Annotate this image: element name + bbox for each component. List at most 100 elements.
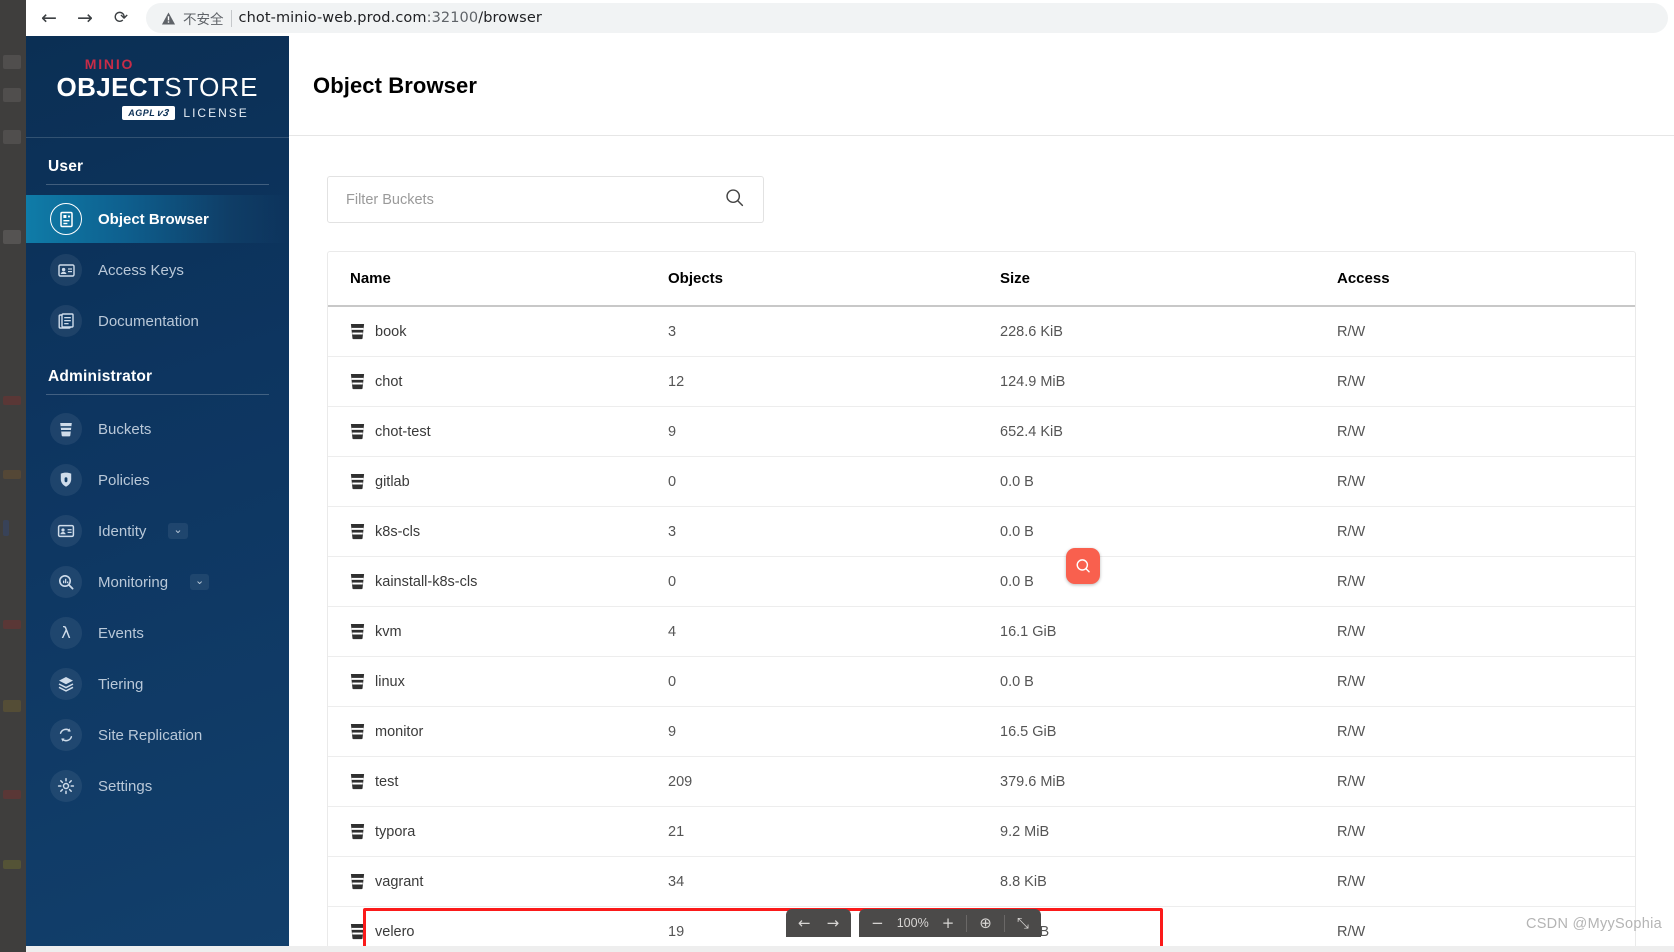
cell-bucket-name[interactable]: monitor	[328, 706, 668, 757]
cell-access: R/W	[1337, 306, 1635, 357]
sidebar-section-administrator: Administrator Buckets Policies Identity ⌄ Mon…	[26, 348, 289, 810]
url-port: :32100	[426, 10, 479, 26]
table-row[interactable]: book 3 228.6 KiB R/W	[328, 306, 1635, 357]
object-browser-icon	[50, 203, 82, 235]
license-label: LICENSE	[183, 106, 249, 120]
bucket-name-label: kainstall-k8s-cls	[375, 573, 478, 590]
not-secure-warning-icon[interactable]	[160, 10, 176, 26]
column-header-name[interactable]: Name	[328, 252, 668, 307]
table-row[interactable]: linux 0 0.0 B R/W	[328, 656, 1635, 707]
sidebar-item-label: Access Keys	[98, 261, 184, 279]
sidebar-section-divider	[46, 184, 269, 185]
cell-access: R/W	[1337, 656, 1635, 707]
sidebar-item-settings[interactable]: Settings	[44, 762, 271, 810]
column-header-size[interactable]: Size	[1000, 252, 1337, 307]
bucket-name-label: linux	[375, 673, 405, 690]
tool-zoom-group[interactable]: − 100% + ⊕ ⤡	[859, 909, 1041, 937]
access-keys-icon	[50, 254, 82, 286]
bucket-name-label: gitlab	[375, 473, 410, 490]
tool-download-icon[interactable]: ⊕	[973, 915, 998, 931]
cell-bucket-name[interactable]: linux	[328, 656, 668, 707]
bucket-name-label: vagrant	[375, 873, 424, 890]
tool-zoom-in-button[interactable]: +	[936, 915, 961, 931]
screenshot-tool-bar[interactable]: ← → − 100% + ⊕ ⤡	[786, 909, 1041, 937]
cell-bucket-name[interactable]: kvm	[328, 606, 668, 657]
cell-objects-count: 3	[668, 306, 1000, 357]
sidebar-item-tiering[interactable]: Tiering	[44, 660, 271, 708]
sidebar-item-label: Site Replication	[98, 726, 203, 744]
cell-objects-count: 0	[668, 556, 1000, 607]
sidebar-item-label: Identity	[98, 522, 147, 540]
table-row[interactable]: vagrant 34 8.8 KiB R/W	[328, 856, 1635, 907]
cell-bucket-name[interactable]: vagrant	[328, 856, 668, 907]
cell-bucket-name[interactable]: kainstall-k8s-cls	[328, 556, 668, 607]
tool-prev-icon[interactable]: ←	[792, 915, 817, 931]
cell-size: 0.0 B	[1000, 506, 1337, 557]
tool-divider-2	[1003, 914, 1005, 932]
cell-bucket-name[interactable]: chot-test	[328, 406, 668, 457]
table-row[interactable]: kainstall-k8s-cls 0 0.0 B R/W	[328, 556, 1635, 607]
agpl-v3-text: v3	[156, 108, 171, 119]
sidebar-item-site-replication[interactable]: Site Replication	[44, 711, 271, 759]
column-header-objects[interactable]: Objects	[668, 252, 1000, 307]
documentation-icon	[50, 305, 82, 337]
column-header-access[interactable]: Access	[1337, 252, 1635, 307]
sidebar-item-policies[interactable]: Policies	[44, 456, 271, 504]
sidebar-item-label: Object Browser	[98, 210, 209, 228]
cell-bucket-name[interactable]: test	[328, 756, 668, 807]
table-row[interactable]: kvm 4 16.1 GiB R/W	[328, 606, 1635, 657]
sidebar-item-label: Settings	[98, 777, 153, 795]
bucket-name-label: chot	[375, 373, 403, 390]
cell-size: 0.0 B	[1000, 656, 1337, 707]
forward-button[interactable]: →	[68, 3, 102, 33]
cell-bucket-name[interactable]: chot	[328, 356, 668, 407]
monitoring-magnifier-icon	[50, 566, 82, 598]
minio-logo: MINIO OBJECTSTORE AGPL v3 LICENSE	[26, 36, 289, 138]
table-row[interactable]: chot 12 124.9 MiB R/W	[328, 356, 1635, 407]
table-row[interactable]: k8s-cls 3 0.0 B R/W	[328, 506, 1635, 557]
tool-collapse-icon[interactable]: ⤡	[1011, 915, 1035, 931]
search-icon[interactable]	[724, 187, 745, 213]
sidebar-item-access-keys[interactable]: Access Keys	[44, 246, 271, 294]
cell-access: R/W	[1337, 856, 1635, 907]
table-row[interactable]: gitlab 0 0.0 B R/W	[328, 456, 1635, 507]
address-bar[interactable]: 不安全 chot-minio-web.prod.com:32100/browse…	[146, 3, 1668, 33]
back-button[interactable]: ←	[32, 3, 66, 33]
cell-access: R/W	[1337, 756, 1635, 807]
chevron-down-icon[interactable]: ⌄	[190, 574, 210, 590]
cell-bucket-name[interactable]: typora	[328, 806, 668, 857]
site-replication-icon	[50, 719, 82, 751]
cell-bucket-name[interactable]: gitlab	[328, 456, 668, 507]
page-title: Object Browser	[313, 72, 478, 98]
table-row[interactable]: typora 21 9.2 MiB R/W	[328, 806, 1635, 857]
chevron-down-icon[interactable]: ⌄	[168, 523, 188, 539]
cell-bucket-name[interactable]: book	[328, 306, 668, 357]
tool-next-icon[interactable]: →	[821, 915, 846, 931]
filter-buckets-input[interactable]	[346, 191, 724, 208]
cell-objects-count: 12	[668, 356, 1000, 407]
sidebar-item-events[interactable]: λ Events	[44, 609, 271, 657]
table-row[interactable]: monitor 9 16.5 GiB R/W	[328, 706, 1635, 757]
sidebar-item-monitoring[interactable]: Monitoring ⌄	[44, 558, 271, 606]
reload-button[interactable]: ⟳	[104, 3, 138, 33]
bucket-name-label: test	[375, 773, 399, 790]
omnibox-divider	[230, 9, 232, 27]
filter-buckets-box[interactable]	[327, 176, 764, 223]
tool-zoom-out-button[interactable]: −	[865, 915, 890, 931]
bucket-icon	[350, 473, 365, 490]
cell-objects-count: 9	[668, 706, 1000, 757]
table-row[interactable]: chot-test 9 652.4 KiB R/W	[328, 406, 1635, 457]
cell-access: R/W	[1337, 706, 1635, 757]
cell-bucket-name[interactable]: k8s-cls	[328, 506, 668, 557]
sidebar-item-documentation[interactable]: Documentation	[44, 297, 271, 345]
cell-objects-count: 0	[668, 456, 1000, 507]
identity-card-icon	[50, 515, 82, 547]
sidebar-item-identity[interactable]: Identity ⌄	[44, 507, 271, 555]
sidebar-item-buckets[interactable]: Buckets	[44, 405, 271, 453]
minio-wordmark: MINIO	[84, 56, 135, 72]
table-row[interactable]: test 209 379.6 MiB R/W	[328, 756, 1635, 807]
table-header-row: Name Objects Size Access	[328, 252, 1635, 307]
bucket-name-label: k8s-cls	[375, 523, 421, 540]
tool-nav-group[interactable]: ← →	[786, 909, 852, 937]
sidebar-item-object-browser[interactable]: Object Browser	[26, 195, 289, 243]
